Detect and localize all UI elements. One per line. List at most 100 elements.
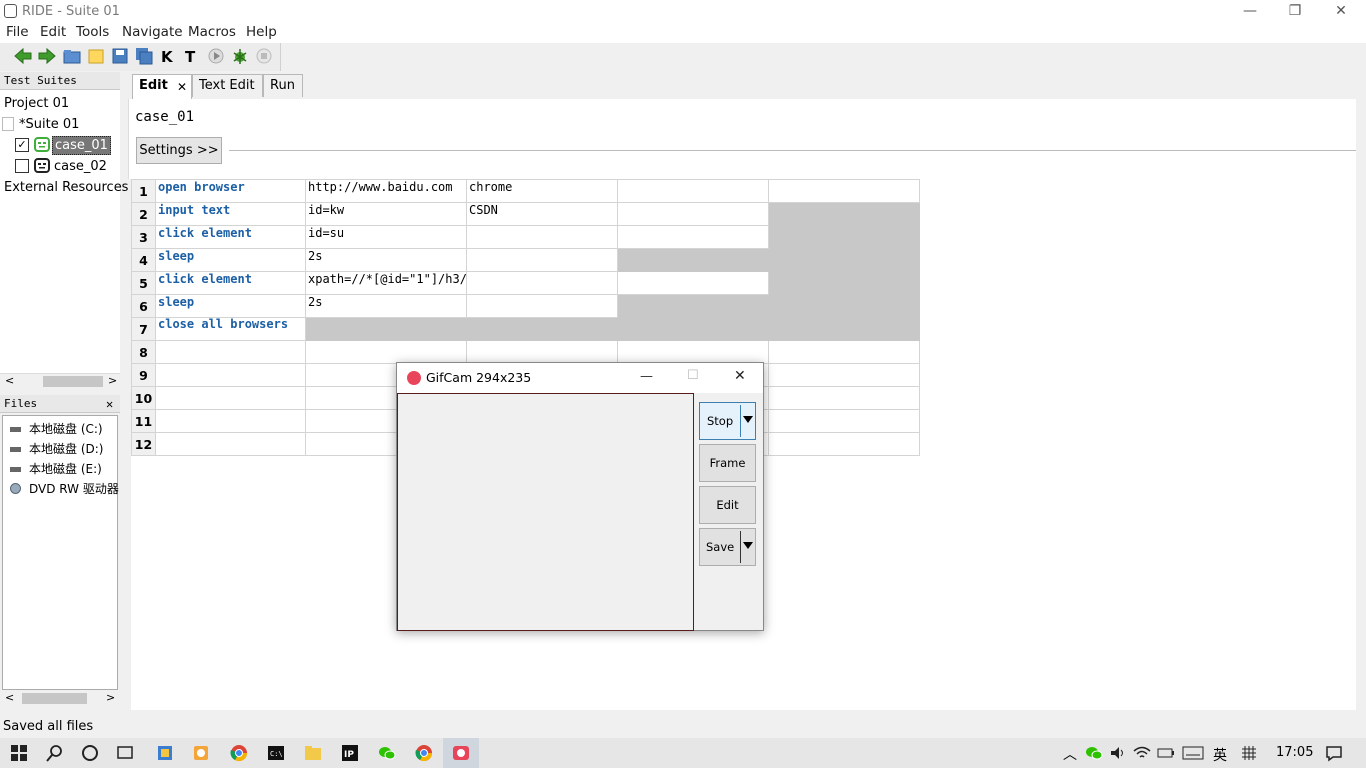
drive-dvd[interactable]: DVD RW 驱动器 (29, 480, 119, 497)
argument-cell[interactable] (768, 248, 920, 272)
file-explorer-icon[interactable] (304, 744, 322, 762)
tab-close-icon[interactable]: ✕ (177, 76, 187, 98)
argument-cell[interactable] (768, 432, 920, 456)
argument-cell[interactable] (305, 317, 467, 341)
row-number[interactable]: 1 (131, 179, 156, 203)
stop-button[interactable]: Stop (699, 402, 756, 440)
scroll-right-icon[interactable]: > (108, 374, 117, 387)
keyword-cell[interactable]: sleep (155, 294, 306, 318)
argument-cell[interactable] (768, 294, 920, 318)
search-tests-icon[interactable]: T (183, 47, 201, 65)
wifi-icon[interactable] (1133, 744, 1151, 762)
save-icon[interactable] (111, 47, 129, 65)
keyword-cell[interactable]: click element (155, 271, 306, 295)
gifcam-minimize-button[interactable]: — (640, 369, 653, 384)
argument-cell[interactable] (305, 340, 467, 364)
app-icon[interactable] (192, 744, 210, 762)
open-folder-icon[interactable] (63, 47, 81, 65)
chevron-up-icon[interactable]: ︿ (1063, 744, 1077, 764)
drive-d[interactable]: 本地磁盘 (D:) (29, 440, 103, 457)
argument-cell[interactable] (617, 248, 769, 272)
tree-item-case-02[interactable]: case_02 (54, 159, 107, 174)
argument-cell[interactable]: CSDN (466, 202, 618, 226)
argument-cell[interactable]: http://www.baidu.com (305, 179, 467, 203)
keyboard-icon[interactable] (1182, 744, 1204, 762)
keyword-cell[interactable]: close all browsers (155, 317, 306, 341)
menu-help[interactable]: Help (246, 24, 277, 40)
argument-cell[interactable] (768, 317, 920, 341)
menu-tools[interactable]: Tools (76, 24, 109, 40)
stop-icon[interactable] (255, 47, 273, 65)
gifcam-icon[interactable] (452, 744, 470, 762)
keyword-cell[interactable] (155, 386, 306, 410)
scroll-left-icon[interactable]: < (5, 691, 14, 704)
row-number[interactable]: 2 (131, 202, 156, 226)
gifcam-restore-button[interactable]: ☐ (687, 368, 699, 383)
argument-cell[interactable] (617, 294, 769, 318)
vertical-scrollbar[interactable] (1356, 69, 1366, 710)
horizontal-scrollbar[interactable]: < > (2, 690, 118, 708)
debug-bug-icon[interactable] (231, 47, 249, 65)
argument-cell[interactable] (768, 225, 920, 249)
files-close-icon[interactable]: ✕ (106, 395, 113, 413)
row-number[interactable]: 9 (131, 363, 156, 387)
cortana-icon[interactable] (81, 744, 99, 762)
argument-cell[interactable] (617, 202, 769, 226)
argument-cell[interactable] (466, 340, 618, 364)
menu-file[interactable]: File (6, 24, 29, 40)
tree-item-case-01[interactable]: case_01 (52, 136, 111, 155)
argument-cell[interactable] (466, 271, 618, 295)
chevron-down-icon[interactable] (743, 416, 753, 424)
save-button[interactable]: Save (699, 528, 756, 566)
notification-icon[interactable] (1325, 744, 1343, 762)
gifcam-close-button[interactable]: ✕ (734, 368, 746, 384)
keyword-cell[interactable] (155, 432, 306, 456)
argument-cell[interactable] (768, 271, 920, 295)
row-number[interactable]: 12 (131, 432, 156, 456)
app-icon[interactable] (156, 744, 174, 762)
keyword-cell[interactable]: input text (155, 202, 306, 226)
settings-button[interactable]: Settings >> (136, 137, 222, 164)
chrome-icon[interactable] (230, 744, 248, 762)
tree-item-external-resources[interactable]: External Resources (4, 180, 128, 195)
argument-cell[interactable] (768, 363, 920, 387)
keyword-cell[interactable] (155, 363, 306, 387)
tab-text-edit[interactable]: Text Edit (192, 74, 263, 97)
scroll-left-icon[interactable]: < (5, 374, 14, 387)
argument-cell[interactable]: 2s (305, 248, 467, 272)
argument-cell[interactable] (617, 317, 769, 341)
horizontal-scrollbar[interactable]: < > (0, 373, 120, 390)
row-number[interactable]: 4 (131, 248, 156, 272)
row-number[interactable]: 8 (131, 340, 156, 364)
scroll-right-icon[interactable]: > (106, 691, 115, 704)
drive-c[interactable]: 本地磁盘 (C:) (29, 420, 103, 437)
argument-cell[interactable] (466, 225, 618, 249)
tree-item-project[interactable]: Project 01 (4, 96, 69, 111)
terminal-icon[interactable]: C:\ (267, 744, 285, 762)
wechat-tray-icon[interactable] (1085, 744, 1103, 762)
ime-language[interactable]: 英 (1213, 745, 1227, 765)
tab-run[interactable]: Run (263, 74, 303, 97)
row-number[interactable]: 11 (131, 409, 156, 433)
argument-cell[interactable] (768, 386, 920, 410)
volume-icon[interactable] (1109, 744, 1127, 762)
scroll-thumb[interactable] (22, 693, 87, 704)
new-folder-icon[interactable] (87, 47, 105, 65)
keyword-cell[interactable] (155, 409, 306, 433)
restore-button[interactable]: ❐ (1272, 0, 1318, 22)
edit-button[interactable]: Edit (699, 486, 756, 524)
close-button[interactable]: ✕ (1318, 0, 1364, 22)
row-number[interactable]: 5 (131, 271, 156, 295)
argument-cell[interactable]: 2s (305, 294, 467, 318)
keyword-cell[interactable]: open browser (155, 179, 306, 203)
argument-cell[interactable] (466, 317, 618, 341)
case-01-checkbox[interactable]: ✓ (15, 138, 29, 152)
keyword-cell[interactable] (155, 340, 306, 364)
scroll-thumb[interactable] (43, 376, 103, 387)
run-icon[interactable] (207, 47, 225, 65)
argument-cell[interactable] (768, 340, 920, 364)
task-view-icon[interactable] (116, 744, 134, 762)
row-number[interactable]: 6 (131, 294, 156, 318)
keyword-cell[interactable]: sleep (155, 248, 306, 272)
search-keywords-icon[interactable]: K (159, 47, 177, 65)
